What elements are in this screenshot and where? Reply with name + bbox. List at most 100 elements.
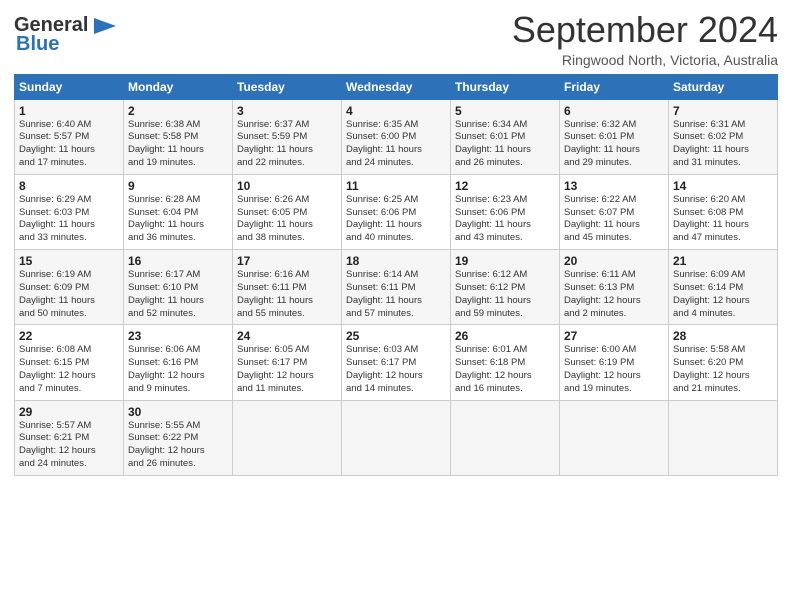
weekday-header-friday: Friday	[560, 74, 669, 99]
day-number: 9	[128, 179, 228, 193]
logo-flag-icon	[90, 16, 118, 36]
calendar-cell	[560, 400, 669, 475]
day-info: Sunrise: 6:14 AMSunset: 6:11 PMDaylight:…	[346, 269, 446, 320]
calendar-cell: 15Sunrise: 6:19 AMSunset: 6:09 PMDayligh…	[15, 250, 124, 325]
day-info: Sunrise: 6:28 AMSunset: 6:04 PMDaylight:…	[128, 194, 228, 245]
calendar-cell	[233, 400, 342, 475]
day-number: 12	[455, 179, 555, 193]
day-number: 6	[564, 104, 664, 118]
day-info: Sunrise: 6:03 AMSunset: 6:17 PMDaylight:…	[346, 344, 446, 395]
day-number: 25	[346, 329, 446, 343]
calendar-cell: 27Sunrise: 6:00 AMSunset: 6:19 PMDayligh…	[560, 325, 669, 400]
day-info: Sunrise: 6:25 AMSunset: 6:06 PMDaylight:…	[346, 194, 446, 245]
calendar-cell: 1Sunrise: 6:40 AMSunset: 5:57 PMDaylight…	[15, 99, 124, 174]
calendar-cell: 26Sunrise: 6:01 AMSunset: 6:18 PMDayligh…	[451, 325, 560, 400]
week-row-2: 8Sunrise: 6:29 AMSunset: 6:03 PMDaylight…	[15, 174, 778, 249]
calendar-cell: 9Sunrise: 6:28 AMSunset: 6:04 PMDaylight…	[124, 174, 233, 249]
calendar-cell: 3Sunrise: 6:37 AMSunset: 5:59 PMDaylight…	[233, 99, 342, 174]
weekday-header-wednesday: Wednesday	[342, 74, 451, 99]
day-number: 26	[455, 329, 555, 343]
day-info: Sunrise: 6:08 AMSunset: 6:15 PMDaylight:…	[19, 344, 119, 395]
day-number: 16	[128, 254, 228, 268]
weekday-header-tuesday: Tuesday	[233, 74, 342, 99]
title-block: September 2024 Ringwood North, Victoria,…	[512, 10, 778, 68]
location: Ringwood North, Victoria, Australia	[512, 52, 778, 68]
week-row-5: 29Sunrise: 5:57 AMSunset: 6:21 PMDayligh…	[15, 400, 778, 475]
day-info: Sunrise: 5:55 AMSunset: 6:22 PMDaylight:…	[128, 420, 228, 471]
calendar-cell: 20Sunrise: 6:11 AMSunset: 6:13 PMDayligh…	[560, 250, 669, 325]
page: General Blue September 2024 Ringwood Nor…	[0, 0, 792, 612]
header: General Blue September 2024 Ringwood Nor…	[14, 10, 778, 68]
day-info: Sunrise: 5:58 AMSunset: 6:20 PMDaylight:…	[673, 344, 773, 395]
calendar-cell: 14Sunrise: 6:20 AMSunset: 6:08 PMDayligh…	[669, 174, 778, 249]
day-info: Sunrise: 6:20 AMSunset: 6:08 PMDaylight:…	[673, 194, 773, 245]
logo: General Blue	[14, 14, 118, 56]
calendar-cell: 19Sunrise: 6:12 AMSunset: 6:12 PMDayligh…	[451, 250, 560, 325]
day-info: Sunrise: 6:11 AMSunset: 6:13 PMDaylight:…	[564, 269, 664, 320]
weekday-header-row: SundayMondayTuesdayWednesdayThursdayFrid…	[15, 74, 778, 99]
day-number: 22	[19, 329, 119, 343]
calendar-body: 1Sunrise: 6:40 AMSunset: 5:57 PMDaylight…	[15, 99, 778, 475]
day-number: 11	[346, 179, 446, 193]
day-info: Sunrise: 6:23 AMSunset: 6:06 PMDaylight:…	[455, 194, 555, 245]
calendar-table: SundayMondayTuesdayWednesdayThursdayFrid…	[14, 74, 778, 476]
day-info: Sunrise: 6:40 AMSunset: 5:57 PMDaylight:…	[19, 119, 119, 170]
day-number: 15	[19, 254, 119, 268]
day-info: Sunrise: 6:32 AMSunset: 6:01 PMDaylight:…	[564, 119, 664, 170]
calendar-cell: 17Sunrise: 6:16 AMSunset: 6:11 PMDayligh…	[233, 250, 342, 325]
day-number: 14	[673, 179, 773, 193]
calendar-cell: 16Sunrise: 6:17 AMSunset: 6:10 PMDayligh…	[124, 250, 233, 325]
weekday-header-monday: Monday	[124, 74, 233, 99]
day-info: Sunrise: 6:00 AMSunset: 6:19 PMDaylight:…	[564, 344, 664, 395]
day-info: Sunrise: 6:09 AMSunset: 6:14 PMDaylight:…	[673, 269, 773, 320]
day-number: 2	[128, 104, 228, 118]
calendar-cell: 21Sunrise: 6:09 AMSunset: 6:14 PMDayligh…	[669, 250, 778, 325]
weekday-header-sunday: Sunday	[15, 74, 124, 99]
day-info: Sunrise: 6:22 AMSunset: 6:07 PMDaylight:…	[564, 194, 664, 245]
calendar-cell: 13Sunrise: 6:22 AMSunset: 6:07 PMDayligh…	[560, 174, 669, 249]
day-info: Sunrise: 6:06 AMSunset: 6:16 PMDaylight:…	[128, 344, 228, 395]
day-number: 5	[455, 104, 555, 118]
day-number: 27	[564, 329, 664, 343]
week-row-1: 1Sunrise: 6:40 AMSunset: 5:57 PMDaylight…	[15, 99, 778, 174]
calendar-cell: 7Sunrise: 6:31 AMSunset: 6:02 PMDaylight…	[669, 99, 778, 174]
calendar-cell: 4Sunrise: 6:35 AMSunset: 6:00 PMDaylight…	[342, 99, 451, 174]
logo-blue: Blue	[16, 33, 59, 56]
calendar-cell: 2Sunrise: 6:38 AMSunset: 5:58 PMDaylight…	[124, 99, 233, 174]
day-info: Sunrise: 6:17 AMSunset: 6:10 PMDaylight:…	[128, 269, 228, 320]
calendar-cell: 12Sunrise: 6:23 AMSunset: 6:06 PMDayligh…	[451, 174, 560, 249]
day-info: Sunrise: 6:31 AMSunset: 6:02 PMDaylight:…	[673, 119, 773, 170]
day-info: Sunrise: 6:12 AMSunset: 6:12 PMDaylight:…	[455, 269, 555, 320]
day-number: 24	[237, 329, 337, 343]
day-number: 17	[237, 254, 337, 268]
day-info: Sunrise: 6:38 AMSunset: 5:58 PMDaylight:…	[128, 119, 228, 170]
weekday-header-thursday: Thursday	[451, 74, 560, 99]
day-info: Sunrise: 6:01 AMSunset: 6:18 PMDaylight:…	[455, 344, 555, 395]
calendar-cell: 28Sunrise: 5:58 AMSunset: 6:20 PMDayligh…	[669, 325, 778, 400]
calendar-cell: 5Sunrise: 6:34 AMSunset: 6:01 PMDaylight…	[451, 99, 560, 174]
calendar-cell	[451, 400, 560, 475]
day-number: 20	[564, 254, 664, 268]
calendar-cell: 10Sunrise: 6:26 AMSunset: 6:05 PMDayligh…	[233, 174, 342, 249]
calendar-cell: 30Sunrise: 5:55 AMSunset: 6:22 PMDayligh…	[124, 400, 233, 475]
day-number: 29	[19, 405, 119, 419]
day-info: Sunrise: 6:16 AMSunset: 6:11 PMDaylight:…	[237, 269, 337, 320]
day-info: Sunrise: 5:57 AMSunset: 6:21 PMDaylight:…	[19, 420, 119, 471]
day-number: 13	[564, 179, 664, 193]
calendar-cell: 11Sunrise: 6:25 AMSunset: 6:06 PMDayligh…	[342, 174, 451, 249]
calendar-cell: 25Sunrise: 6:03 AMSunset: 6:17 PMDayligh…	[342, 325, 451, 400]
day-number: 23	[128, 329, 228, 343]
day-number: 30	[128, 405, 228, 419]
calendar-cell: 6Sunrise: 6:32 AMSunset: 6:01 PMDaylight…	[560, 99, 669, 174]
calendar-cell: 22Sunrise: 6:08 AMSunset: 6:15 PMDayligh…	[15, 325, 124, 400]
day-number: 28	[673, 329, 773, 343]
month-title: September 2024	[512, 10, 778, 50]
day-number: 4	[346, 104, 446, 118]
day-number: 7	[673, 104, 773, 118]
calendar-cell: 8Sunrise: 6:29 AMSunset: 6:03 PMDaylight…	[15, 174, 124, 249]
day-info: Sunrise: 6:37 AMSunset: 5:59 PMDaylight:…	[237, 119, 337, 170]
calendar-cell	[669, 400, 778, 475]
day-number: 21	[673, 254, 773, 268]
calendar-cell: 18Sunrise: 6:14 AMSunset: 6:11 PMDayligh…	[342, 250, 451, 325]
calendar-cell: 24Sunrise: 6:05 AMSunset: 6:17 PMDayligh…	[233, 325, 342, 400]
